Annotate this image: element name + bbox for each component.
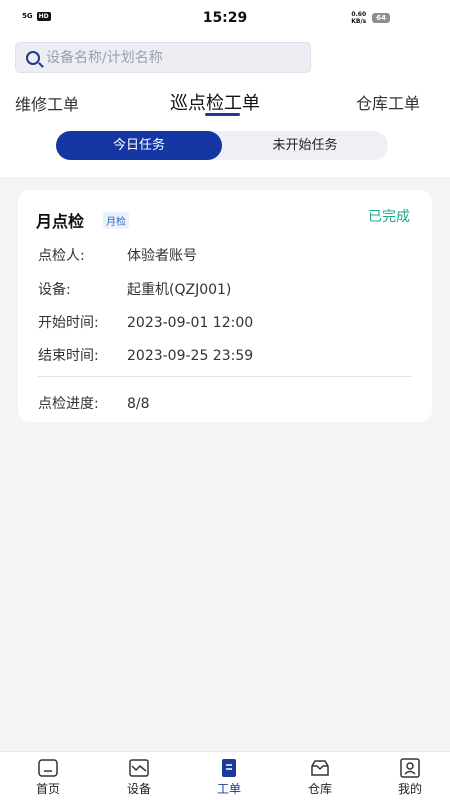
field-label: 点检人:	[38, 248, 85, 264]
profile-icon	[400, 758, 420, 778]
field-value: 起重机(QZJ001)	[127, 282, 232, 298]
nav-label: 我的	[397, 782, 422, 796]
nav-label: 仓库	[307, 782, 332, 796]
work-order-icon	[222, 759, 236, 777]
active-tab-underline	[205, 113, 240, 116]
field-row-inspector: 点检人: 体验者账号	[38, 245, 197, 265]
field-value: 体验者账号	[127, 248, 197, 264]
task-segment-control: 今日任务 未开始任务	[56, 131, 388, 160]
field-value: 2023-09-25 23:59	[127, 348, 254, 364]
tab-inspection-orders[interactable]: 巡点检工单	[170, 89, 260, 115]
field-row-start-time: 开始时间: 2023-09-01 12:00	[38, 312, 253, 332]
status-badge: 已完成	[368, 209, 410, 225]
segment-today-tasks[interactable]: 今日任务	[56, 131, 222, 160]
search-icon	[26, 51, 40, 65]
nav-label: 工单	[216, 782, 241, 796]
tab-warehouse-orders[interactable]: 仓库工单	[356, 90, 420, 114]
nav-label: 首页	[35, 782, 60, 796]
warehouse-icon	[311, 760, 329, 776]
network-speed-unit: KB/s	[351, 18, 367, 25]
nav-home[interactable]: 首页	[18, 758, 78, 797]
search-input[interactable]	[46, 48, 306, 68]
search-bar[interactable]	[15, 42, 311, 73]
nav-profile[interactable]: 我的	[380, 758, 440, 797]
tab-repair-orders[interactable]: 维修工单	[15, 91, 79, 115]
field-label: 开始时间:	[38, 315, 99, 331]
work-order-tabs: 维修工单 巡点检工单 仓库工单	[0, 88, 450, 120]
field-row-progress: 点检进度: 8/8	[38, 393, 150, 413]
field-row-end-time: 结束时间: 2023-09-25 23:59	[38, 345, 253, 365]
card-type-tag: 月检	[103, 212, 129, 229]
field-row-device: 设备: 起重机(QZJ001)	[38, 279, 231, 299]
nav-warehouse[interactable]: 仓库	[290, 758, 350, 797]
status-right: 0.60 KB/s 64	[351, 11, 390, 25]
segment-not-started-tasks[interactable]: 未开始任务	[222, 131, 388, 160]
nav-work-order[interactable]: 工单	[199, 758, 259, 797]
card-title: 月点检	[36, 212, 85, 231]
card-divider	[38, 376, 412, 377]
status-bar: 5G HD 15:29 0.60 KB/s 64	[0, 0, 450, 36]
network-speed: 0.60 KB/s	[351, 11, 366, 25]
progress-label: 点检进度:	[38, 396, 99, 412]
nav-label: 设备	[126, 782, 151, 796]
field-value: 2023-09-01 12:00	[127, 315, 254, 331]
progress-value: 8/8	[127, 396, 150, 412]
bottom-navigation: 首页 设备 工单 仓库 我的	[0, 751, 450, 800]
home-icon	[38, 759, 58, 777]
nav-device[interactable]: 设备	[109, 758, 169, 797]
battery-indicator: 64	[372, 13, 390, 23]
inspection-order-card[interactable]: 月点检 月检 已完成 点检人: 体验者账号 设备: 起重机(QZJ001) 开始时间…	[18, 190, 432, 422]
field-label: 设备:	[38, 282, 71, 298]
field-label: 结束时间:	[38, 348, 99, 364]
network-speed-value: 0.60	[351, 11, 367, 18]
device-icon	[129, 759, 149, 777]
